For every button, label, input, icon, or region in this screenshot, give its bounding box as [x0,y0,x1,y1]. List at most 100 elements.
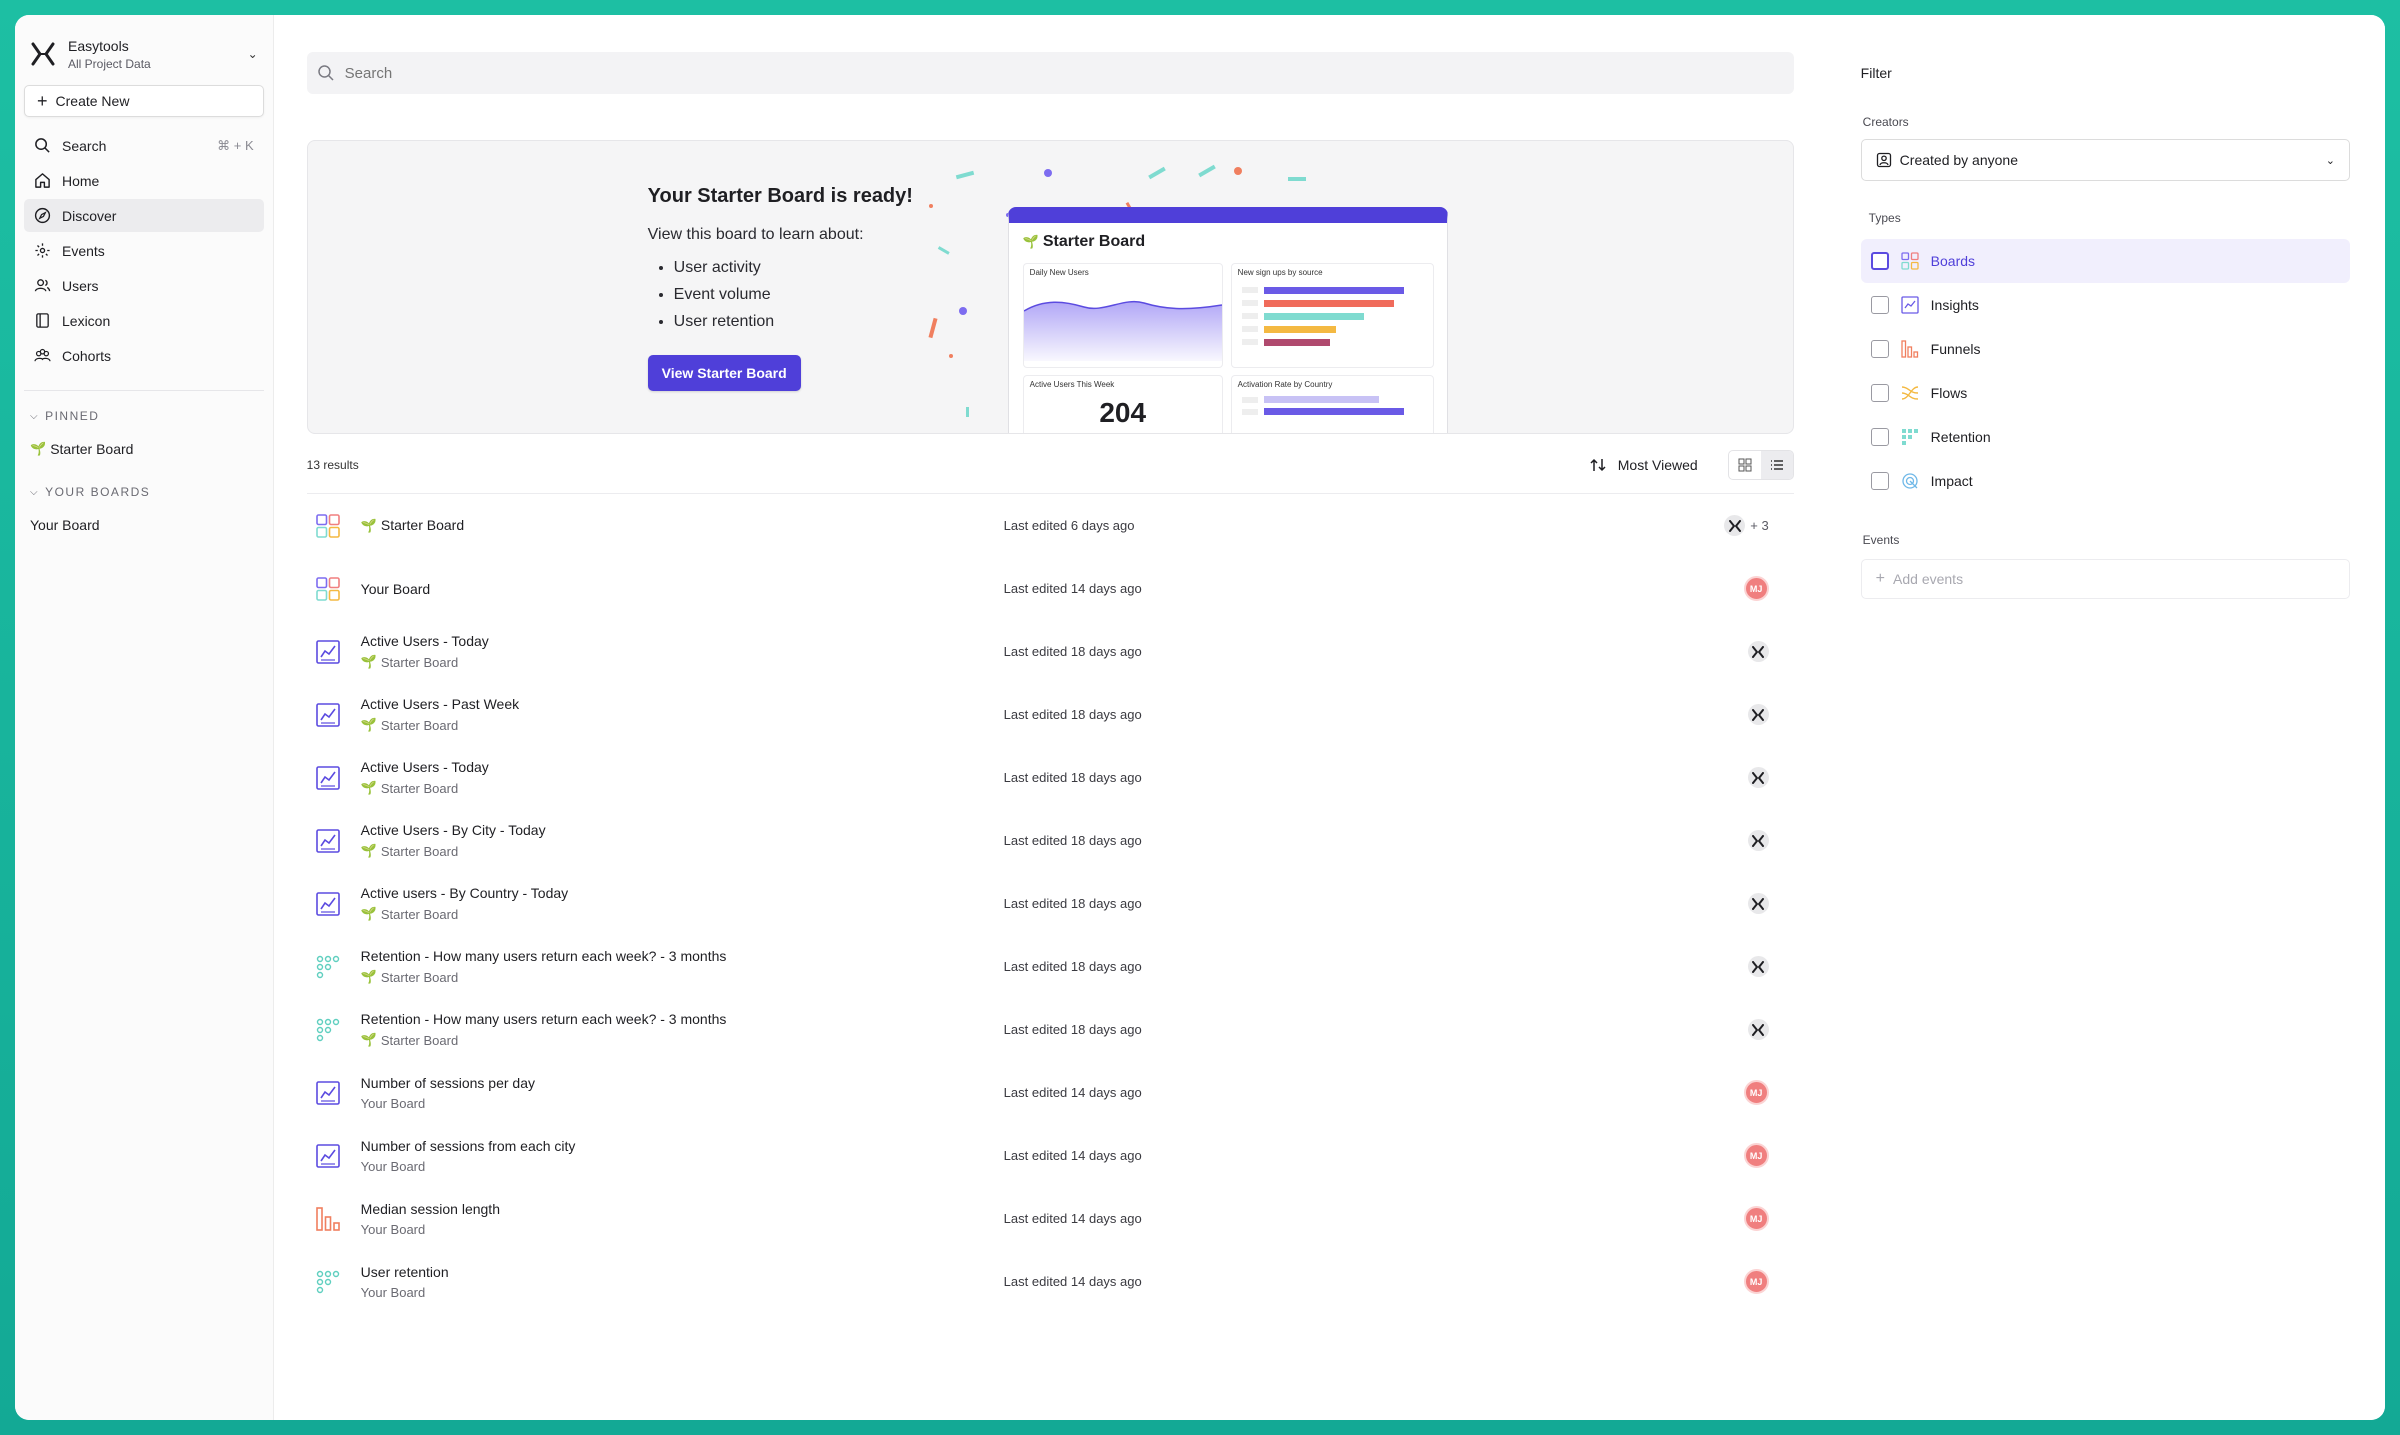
list-item[interactable]: Active users - By Country - Today 🌱 Start… [307,872,1794,935]
banner-title: Your Starter Board is ready! [647,185,913,207]
your-boards-section-toggle[interactable]: ⌵ YOUR BOARDS [24,485,264,499]
row-names: Active Users - Today 🌱 Starter Board [361,759,489,796]
type-filter-impact[interactable]: Impact [1861,459,2350,503]
sidebar-item-events[interactable]: Events [24,234,264,267]
row-owner: MJ [1743,1080,1769,1105]
insights-icon [315,1080,340,1105]
type-filter-insights[interactable]: Insights [1861,283,2350,327]
insights-icon [315,765,340,790]
chevron-down-icon: ⌄ [2325,154,2335,167]
row-title: 🌱 Starter Board [361,517,464,534]
avatar: MJ [1743,1080,1769,1105]
creators-select[interactable]: Created by anyone ⌄ [1860,139,2350,181]
main-content: Your Starter Board is ready! View this b… [274,15,1826,1420]
row-title: User retention [361,1264,449,1280]
sidebar-item-search[interactable]: Search ⌘ + K [24,129,264,162]
type-filter-funnels[interactable]: Funnels [1861,327,2350,371]
type-filter-boards[interactable]: Boards [1860,239,2350,283]
retention-icon [316,1270,339,1293]
row-owner [1747,767,1769,788]
row-owner: MJ [1743,1206,1769,1231]
sidebar-item-cohorts[interactable]: Cohorts [24,339,264,372]
compass-icon [34,207,51,224]
list-item[interactable]: Active Users - By City - Today 🌱 Starter … [307,809,1794,872]
list-item[interactable]: Your Board Last edited 14 days ago MJ [307,557,1794,620]
list-item[interactable]: Active Users - Today 🌱 Starter Board Last… [307,746,1794,809]
row-owner [1747,830,1769,851]
checkbox[interactable] [1870,340,1889,358]
sidebar-item-users[interactable]: Users [24,269,264,302]
workspace-switcher[interactable]: Easytools All Project Data ⌄ [24,29,264,73]
row-owner: MJ [1743,1143,1769,1168]
checkbox[interactable] [1870,252,1889,270]
sidebar-item-lexicon[interactable]: Lexicon [24,304,264,337]
avatar [1747,893,1769,914]
banner-subtitle: View this board to learn about: [647,226,864,243]
search-input[interactable] [344,64,1784,82]
results-count: 13 results [306,457,359,472]
row-last-edited: Last edited 14 days ago [1003,1274,1142,1289]
checkbox[interactable] [1870,428,1889,446]
insights-icon [315,1143,340,1168]
plus-icon: + [1875,570,1886,587]
search-icon [35,138,50,153]
add-events-input[interactable]: + Add events [1860,559,2350,599]
list-view-button[interactable] [1760,450,1793,479]
checkbox[interactable] [1870,472,1889,490]
type-label: Impact [1930,473,1973,489]
list-item[interactable]: 🌱 Starter Board Last edited 6 days ago + … [307,494,1794,557]
row-names: Median session length Your Board [361,1201,500,1237]
sidebar-item-discover[interactable]: Discover [24,199,264,232]
starter-board-preview: 🌱 Starter Board Daily New Users New sign… [1007,207,1448,433]
more-owners-count: + 3 [1750,518,1769,533]
list-item[interactable]: User retention Your Board Last edited 14… [307,1250,1794,1313]
funnels-icon [315,1206,340,1231]
list-item[interactable]: Active Users - Today 🌱 Starter Board Last… [307,620,1794,683]
sort-dropdown[interactable]: Most Viewed [1590,457,1698,473]
row-owner [1747,641,1769,662]
row-owner [1747,893,1769,914]
row-title: Active Users - By City - Today [361,822,546,838]
checkbox[interactable] [1870,296,1889,314]
starter-board-banner: Your Starter Board is ready! View this b… [306,140,1794,434]
sidebar-item-home[interactable]: Home [24,164,264,197]
pinned-section-toggle[interactable]: ⌵ PINNED [24,409,264,423]
row-title-text: Starter Board [380,517,465,533]
list-item[interactable]: Retention - How many users return each w… [307,998,1794,1061]
row-last-edited: Last edited 18 days ago [1003,770,1142,785]
row-last-edited: Last edited 18 days ago [1003,959,1142,974]
retention-icon [1901,429,1918,445]
row-type-icon [315,891,341,917]
list-item[interactable]: Retention - How many users return each w… [307,935,1794,998]
plus-icon: + [37,91,48,111]
logo-icon [31,42,55,66]
type-filter-retention[interactable]: Retention [1861,415,2350,459]
checkbox[interactable] [1870,384,1889,402]
row-parent-board: Your Board [361,1285,449,1300]
row-last-edited: Last edited 14 days ago [1003,1085,1142,1100]
funnels-icon [1901,340,1918,358]
list-item[interactable]: Number of sessions from each city Your B… [307,1124,1794,1187]
list-item[interactable]: Median session length Your Board Last ed… [307,1187,1794,1250]
row-last-edited: Last edited 18 days ago [1003,833,1142,848]
search-bar[interactable] [306,52,1794,94]
pinned-item-starter-board[interactable]: 🌱 Starter Board [24,441,264,457]
row-parent-board: Your Board [361,1159,576,1174]
row-title-text: Number of sessions from each city [360,1137,576,1154]
board-item-your-board[interactable]: Your Board [24,517,264,533]
row-type-icon [315,954,341,980]
create-new-button[interactable]: + Create New [24,85,264,117]
list-item[interactable]: Active Users - Past Week 🌱 Starter Board … [307,683,1794,746]
grid-view-button[interactable] [1729,451,1761,479]
row-title-text: Number of sessions per day [360,1074,535,1091]
type-filter-flows[interactable]: Flows [1861,371,2350,415]
view-starter-board-button[interactable]: View Starter Board [647,355,801,391]
insights-icon [315,639,340,664]
type-label: Funnels [1930,341,1981,357]
row-names: Active Users - By City - Today 🌱 Starter … [361,822,546,859]
row-last-edited: Last edited 14 days ago [1003,1211,1142,1226]
row-title-text: Active users - By Country - Today [360,885,569,901]
list-item[interactable]: Number of sessions per day Your Board La… [307,1061,1794,1124]
row-last-edited: Last edited 18 days ago [1003,896,1142,911]
sidebar-item-label: Search [62,137,107,154]
